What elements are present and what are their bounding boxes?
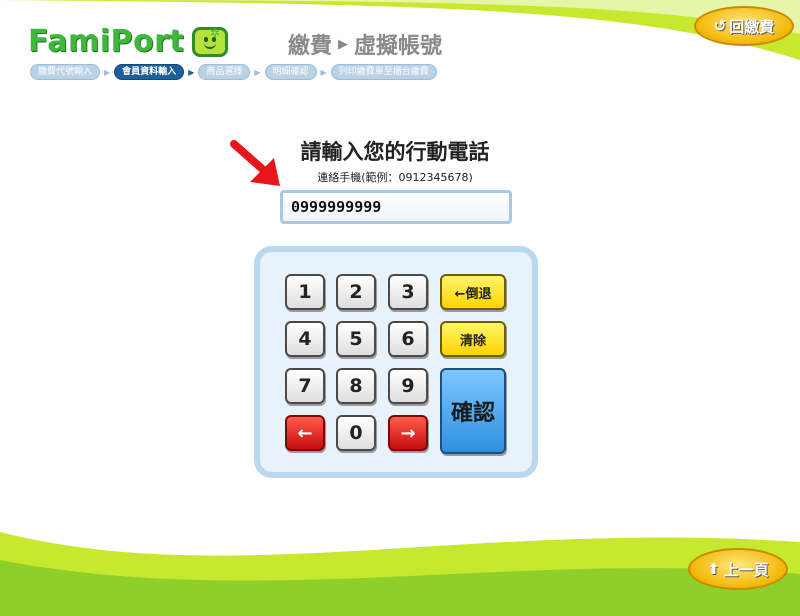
- famiport-logo: FamiPort: [28, 24, 229, 59]
- cursor-left-button[interactable]: ←: [285, 415, 325, 451]
- key-3[interactable]: 3: [388, 274, 428, 310]
- breadcrumb-arrow-icon: ▶: [188, 67, 195, 77]
- key-6[interactable]: 6: [388, 321, 428, 357]
- key-4[interactable]: 4: [285, 321, 325, 357]
- breadcrumb-step-3: 商品選擇: [198, 64, 251, 80]
- sparkle-icon: ✲: [210, 26, 221, 40]
- return-to-payment-button[interactable]: ↺ 回繳費: [694, 6, 794, 46]
- previous-page-label: 上一頁: [723, 560, 769, 579]
- key-9[interactable]: 9: [388, 368, 428, 404]
- key-5[interactable]: 5: [336, 321, 376, 357]
- clear-button[interactable]: 清除: [440, 321, 506, 357]
- title-sub: 虛擬帳號: [354, 34, 443, 59]
- key-1[interactable]: 1: [285, 274, 325, 310]
- breadcrumb-arrow-icon: ▶: [254, 67, 261, 77]
- breadcrumb-arrow-icon: ▶: [104, 67, 111, 77]
- bottom-wave-decoration: [0, 532, 800, 616]
- breadcrumb: 繳費代號輸入 ▶ 會員資料輸入 ▶ 商品選擇 ▶ 明細確認 ▶ 列印繳費單至櫃台…: [30, 64, 437, 80]
- breadcrumb-step-1: 繳費代號輸入: [30, 64, 101, 80]
- return-arrow-icon: ↺: [713, 17, 727, 35]
- key-2[interactable]: 2: [336, 274, 376, 310]
- key-0[interactable]: 0: [336, 415, 376, 451]
- key-8[interactable]: 8: [336, 368, 376, 404]
- breadcrumb-arrow-icon: ▶: [320, 67, 327, 77]
- title-main: 繳費: [288, 34, 333, 59]
- cursor-right-button[interactable]: →: [388, 415, 428, 451]
- breadcrumb-step-5: 列印繳費單至櫃台繳費: [330, 64, 437, 80]
- keypad: 1 2 3 ←倒退 4 5 6 清除 7 8 9 確認 ← 0 →: [254, 246, 538, 478]
- page-title: 繳費 ▶ 虛擬帳號: [288, 28, 442, 60]
- breadcrumb-step-2-active: 會員資料輸入: [114, 64, 185, 80]
- up-arrow-icon: ⬆: [707, 560, 720, 578]
- breadcrumb-step-4: 明細確認: [264, 64, 317, 80]
- key-7[interactable]: 7: [285, 368, 325, 404]
- return-button-label: 回繳費: [729, 17, 775, 36]
- confirm-button[interactable]: 確認: [440, 368, 506, 454]
- title-arrow-icon: ▶: [338, 36, 349, 52]
- pointer-arrow-icon: [230, 140, 280, 186]
- backspace-button[interactable]: ←倒退: [440, 274, 506, 310]
- phone-number-input[interactable]: [280, 190, 512, 224]
- logo-text: FamiPort: [28, 24, 185, 59]
- previous-page-button[interactable]: ⬆ 上一頁: [688, 548, 788, 590]
